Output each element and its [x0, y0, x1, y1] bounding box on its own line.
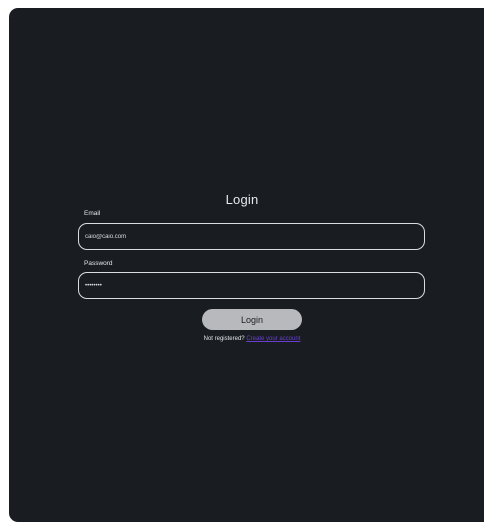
- register-prompt-text: Not registered?: [203, 336, 245, 342]
- password-field[interactable]: [78, 272, 425, 299]
- email-field[interactable]: [78, 223, 425, 250]
- login-title: Login: [225, 192, 259, 207]
- register-prompt-line: Not registered? Create your account: [0, 336, 484, 342]
- page-frame: Login Email Password Login Not registere…: [0, 0, 484, 531]
- login-button[interactable]: Login: [202, 309, 302, 330]
- create-account-link[interactable]: Create your account: [246, 336, 300, 342]
- password-label: Password: [84, 260, 113, 267]
- login-window: [9, 8, 484, 522]
- email-label: Email: [84, 210, 101, 217]
